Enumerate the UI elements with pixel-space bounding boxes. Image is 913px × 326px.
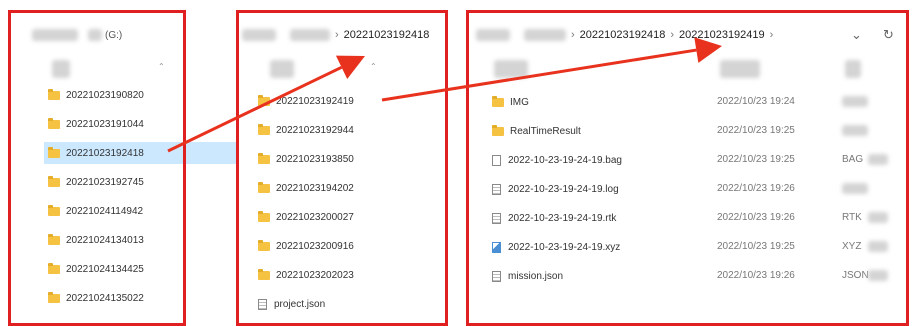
arrow-project-to-session-head (694, 37, 722, 63)
arrow-project-to-session-shaft (381, 48, 697, 102)
arrow-drive-to-project-shaft (167, 65, 343, 153)
annotation-arrows (167, 37, 722, 153)
